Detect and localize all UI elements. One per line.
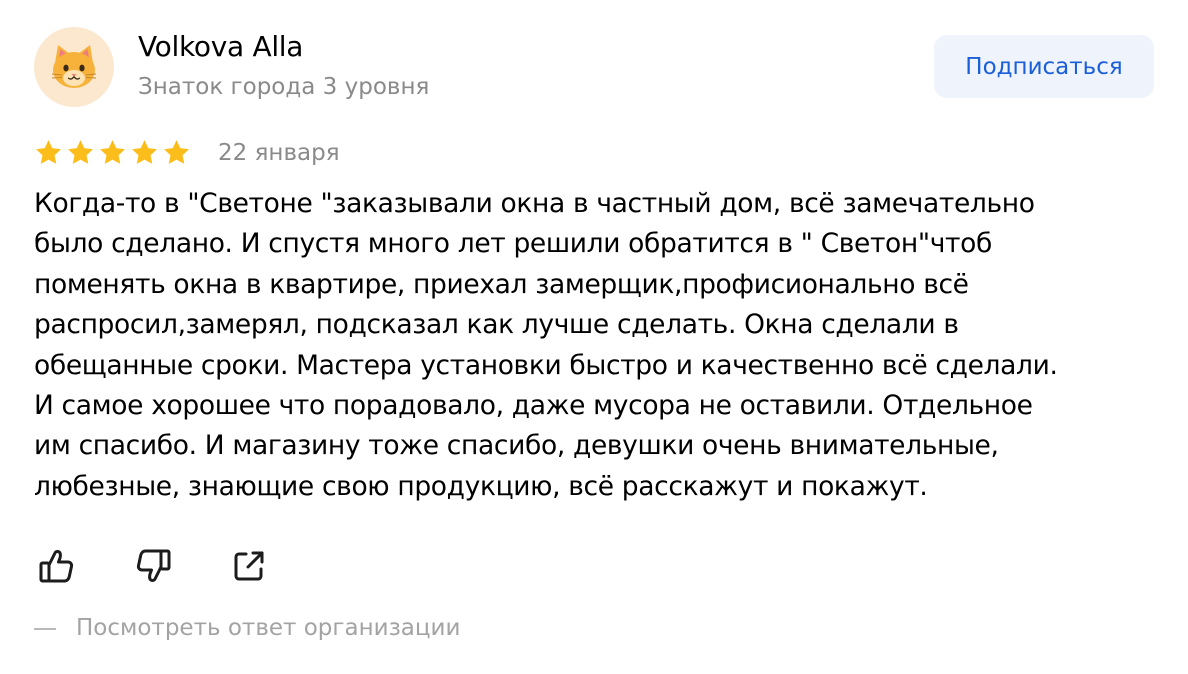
review-card: Volkova Alla Знаток города 3 уровня Подп… (0, 0, 1188, 674)
rating-stars (34, 138, 191, 172)
review-text-line: Когда-то в "Светоне "заказывали окна в ч… (34, 188, 1035, 219)
thumbs-down-icon (136, 549, 171, 582)
review-text-line: обещанные сроки. Мастера установки быстр… (34, 349, 1058, 381)
review-text-line: И самое хорошее что порадовало, даже мус… (34, 390, 1033, 422)
dash-divider (34, 628, 56, 630)
cat-face-icon (51, 45, 97, 88)
review-text-line: было сделано. И спустя много лет решили … (34, 228, 992, 260)
share-icon (234, 551, 264, 581)
review-actions (34, 543, 272, 589)
review-text-line: поменять окна в квартире, приехал замерщ… (34, 268, 969, 300)
org-reply-label: Посмотреть ответ организации (76, 615, 461, 641)
star-icon (36, 140, 61, 164)
author-level: Знаток города 3 уровня (138, 74, 430, 100)
share-button[interactable] (226, 543, 272, 589)
author-name[interactable]: Volkova Alla (138, 30, 303, 63)
review-text-line: распросил,замерял, подсказал как лучше с… (34, 309, 959, 341)
star-icon (68, 140, 93, 164)
star-icon (164, 140, 189, 164)
thumbs-up-icon (39, 550, 74, 583)
view-org-reply-link[interactable]: Посмотреть ответ организации (34, 615, 460, 641)
dislike-button[interactable] (130, 543, 176, 589)
like-button[interactable] (34, 543, 80, 589)
author-avatar[interactable] (34, 27, 114, 107)
review-text-line: любезные, знающие свою продукцию, всё ра… (34, 470, 928, 502)
review-date: 22 января (218, 140, 340, 166)
review-text-line: им спасибо. И магазину тоже спасибо, дев… (34, 430, 999, 462)
star-icon (132, 140, 157, 164)
star-icon (100, 140, 125, 164)
subscribe-button[interactable]: Подписаться (934, 35, 1154, 98)
review-text: Когда-то в "Светоне "заказывали окна в ч… (34, 184, 1154, 507)
